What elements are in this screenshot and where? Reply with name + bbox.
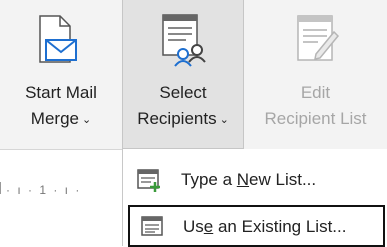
menu-item-use-existing-list[interactable]: Use an Existing List...	[128, 205, 385, 247]
existing-list-icon	[141, 216, 163, 236]
start-mail-merge-label-line2: Merge ⌄	[30, 109, 92, 128]
chevron-down-icon: ⌄	[219, 113, 229, 126]
start-mail-merge-button[interactable]: Start Mail Merge ⌄	[0, 0, 122, 149]
select-recipients-button[interactable]: Select Recipients ⌄	[122, 0, 244, 149]
select-recipients-icon	[162, 14, 206, 67]
edit-recipient-list-label-line1: Edit	[300, 83, 331, 102]
new-list-icon	[137, 169, 160, 192]
document-ruler	[0, 150, 125, 246]
ruler-marks: · ı · 1 · ı ·	[6, 183, 82, 197]
menu-item-label: Type a New List...	[181, 170, 317, 189]
select-recipients-label-line2: Recipients ⌄	[137, 109, 229, 128]
edit-recipient-list-icon	[297, 15, 340, 61]
edit-recipient-list-button[interactable]: Edit Recipient List	[244, 0, 387, 149]
start-mail-merge-label-line1: Start Mail	[25, 83, 97, 102]
chevron-down-icon: ⌄	[81, 113, 92, 126]
menu-item-type-new-list[interactable]: Type a New List...	[123, 157, 387, 203]
start-mail-merge-icon	[39, 15, 77, 63]
menu-item-label: Use an Existing List...	[183, 217, 347, 236]
edit-recipient-list-label-line2: Recipient List	[264, 109, 367, 128]
select-recipients-menu: Type a New List... Use an Existing List.…	[122, 149, 387, 247]
select-recipients-label-line1: Select	[159, 83, 207, 102]
